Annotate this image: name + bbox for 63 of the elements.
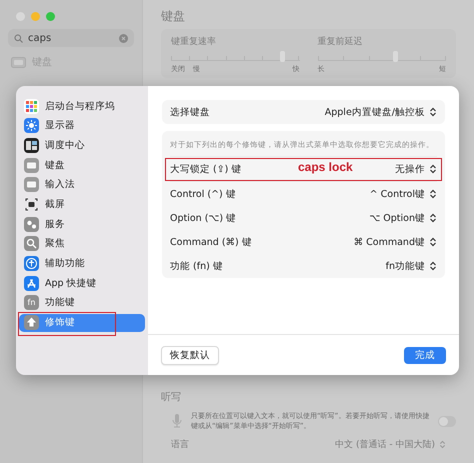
search-icon: [14, 34, 23, 42]
sidebar-item[interactable]: App 快捷键: [19, 274, 145, 292]
setting-label: 选择键盘: [170, 106, 210, 118]
action-popup[interactable]: ^ Control键: [370, 188, 437, 200]
slider-track[interactable]: [171, 51, 300, 61]
sidebar-item[interactable]: 显示器: [19, 116, 145, 135]
slider-thumb[interactable]: [392, 51, 398, 62]
slider-thumb[interactable]: [280, 51, 284, 62]
keyboard-icon: [24, 158, 39, 173]
setting-label: 语言: [171, 438, 189, 451]
slider-track[interactable]: [318, 51, 446, 61]
key-label: Command (⌘) 键: [170, 236, 252, 248]
sidebar-item[interactable]: 调度中心: [19, 136, 145, 154]
chevron-updown-icon: [439, 440, 446, 449]
fn-key-icon: fn: [24, 295, 39, 310]
key-label: 大写锁定 (⇪) 键: [170, 162, 242, 176]
accessibility-icon: [24, 256, 39, 271]
chevron-updown-icon: [429, 164, 437, 174]
windows-icon: [24, 138, 39, 153]
shift-key-icon: [24, 315, 39, 330]
chevron-updown-icon: [429, 107, 437, 117]
keyboard-icon: [24, 177, 39, 192]
slider-label: 键重复速率: [171, 36, 217, 48]
screenshot-icon: [24, 196, 39, 212]
search-icon: [24, 236, 39, 252]
key-label: Option (⌥) 键: [170, 212, 236, 224]
sun-icon: [24, 118, 39, 134]
chevron-updown-icon: [429, 261, 437, 271]
annotation-text: caps lock: [298, 160, 353, 174]
sidebar-item[interactable]: 服务: [19, 215, 145, 234]
action-popup[interactable]: 无操作: [395, 162, 437, 176]
search-field[interactable]: caps: [8, 29, 134, 47]
sidebar-item[interactable]: 输入法: [19, 176, 145, 194]
page-title: 键盘: [161, 8, 186, 24]
app-store-icon: [24, 276, 39, 291]
chevron-updown-icon: [429, 189, 437, 199]
key-label: Control (^) 键: [170, 188, 236, 200]
toggle-switch[interactable]: [438, 416, 456, 426]
sidebar-item[interactable]: 截屏: [19, 195, 145, 214]
action-popup[interactable]: ⌥ Option键: [369, 212, 437, 224]
keyboard-popup[interactable]: Apple内置键盘/触控板: [324, 106, 437, 118]
sidebar-item[interactable]: 修饰键: [19, 314, 145, 332]
restore-defaults-button[interactable]: 恢复默认: [161, 346, 219, 364]
zoom-button[interactable]: [46, 12, 55, 21]
action-popup[interactable]: fn功能键: [386, 260, 437, 272]
action-popup[interactable]: ⌘ Command键: [354, 236, 437, 248]
section-title: 听写: [161, 391, 182, 404]
sidebar-item[interactable]: 辅助功能: [19, 254, 145, 272]
sidebar-item[interactable]: 启动台与程序坞: [19, 97, 145, 115]
minimize-button[interactable]: [31, 12, 40, 21]
sidebar-item[interactable]: fn 功能键: [19, 294, 145, 312]
clear-icon[interactable]: [119, 34, 128, 42]
sidebar-item[interactable]: 键盘: [19, 156, 145, 174]
microphone-icon: [171, 413, 183, 429]
sidebar-item[interactable]: 聚焦: [19, 234, 145, 253]
slider-label: 重复前延迟: [318, 36, 364, 48]
chevron-updown-icon: [429, 237, 437, 247]
gears-icon: [24, 216, 39, 232]
chevron-updown-icon: [429, 213, 437, 223]
keyboard-icon: [11, 56, 26, 68]
key-label: 功能 (fn) 键: [170, 260, 223, 272]
done-button[interactable]: 完成: [404, 346, 446, 364]
grid-icon: [24, 98, 39, 114]
